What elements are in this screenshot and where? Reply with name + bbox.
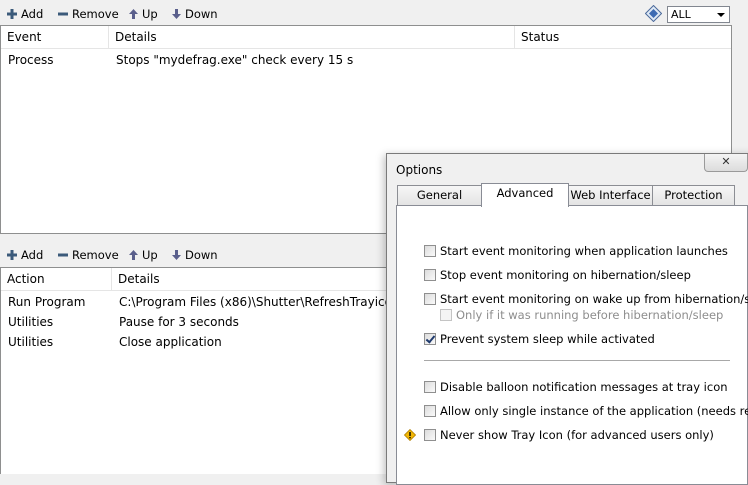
events-toolbar: Add Remove Up Down ALL [0,2,748,26]
option-only-if-running: Only if it was running before hibernatio… [440,307,723,323]
option-single-instance[interactable]: Allow only single instance of the applic… [424,403,748,419]
move-event-up-button[interactable]: Up [128,5,158,23]
move-event-up-label: Up [142,7,158,21]
checkbox[interactable] [424,293,436,305]
action-cell: Run Program [8,295,86,309]
remove-action-button[interactable]: Remove [57,246,119,264]
minus-icon [58,253,68,257]
checkbox[interactable] [424,245,436,257]
column-header-event[interactable]: Event [1,26,109,48]
option-start-on-wake[interactable]: Start event monitoring on wake up from h… [424,291,748,307]
action-cell: Utilities [8,315,54,329]
remove-event-label: Remove [72,7,119,21]
event-filter-value: ALL [671,8,691,21]
tab-advanced-label: Advanced [496,186,554,200]
options-dialog: Options ✕ General Advanced Web Interface… [386,153,748,485]
event-cell: Process [8,53,54,67]
tab-general-label: General [416,188,463,202]
move-action-up-button[interactable]: Up [128,246,158,264]
status-cell [515,50,738,70]
events-table-header: Event Details Status [1,26,731,49]
remove-event-button[interactable]: Remove [57,5,119,23]
details-cell: Stops "mydefrag.exe" check every 15 s [116,53,354,67]
checkbox [440,309,452,321]
option-prevent-sleep[interactable]: Prevent system sleep while activated [424,331,655,347]
tab-protection-label: Protection [664,188,723,202]
move-event-down-label: Down [185,7,218,21]
option-label: Stop event monitoring on hibernation/sle… [440,268,691,282]
column-header-action[interactable]: Action [1,268,112,290]
close-icon: ✕ [721,155,731,168]
move-action-up-label: Up [142,248,158,262]
move-action-down-label: Down [185,248,218,262]
add-action-label: Add [21,248,44,262]
move-event-down-button[interactable]: Down [171,5,218,23]
arrow-down-icon [172,250,181,260]
advanced-tab-panel: Start event monitoring when application … [396,205,748,485]
plus-icon [7,250,17,260]
tab-web-interface-label: Web Interface [570,188,651,202]
chevron-down-icon [717,13,725,17]
option-label: Prevent system sleep while activated [440,332,655,346]
close-button[interactable]: ✕ [704,154,748,172]
checkbox[interactable] [424,381,436,393]
add-event-button[interactable]: Add [6,5,43,23]
event-filter-select[interactable]: ALL [667,6,730,23]
dialog-title: Options [396,163,443,177]
option-label: Only if it was running before hibernatio… [456,308,724,322]
tab-general[interactable]: General [397,185,482,205]
filter-diamond-icon[interactable] [645,5,662,22]
arrow-down-icon [172,9,181,19]
tab-web-interface[interactable]: Web Interface [568,185,653,205]
minus-icon [58,12,68,16]
option-start-on-launch[interactable]: Start event monitoring when application … [424,243,728,259]
checkbox[interactable] [424,405,436,417]
arrow-up-icon [129,250,138,260]
add-action-button[interactable]: Add [6,246,43,264]
move-action-down-button[interactable]: Down [171,246,218,264]
plus-icon [7,9,17,19]
column-header-status[interactable]: Status [515,26,731,48]
option-label: Never show Tray Icon (for advanced users… [440,428,714,442]
arrow-up-icon [129,9,138,19]
option-label: Disable balloon notification messages at… [440,380,728,394]
options-separator [424,360,730,362]
checkbox[interactable] [424,269,436,281]
warning-icon [404,429,416,441]
tab-advanced[interactable]: Advanced [481,183,569,207]
option-label: Start event monitoring when application … [440,244,728,258]
option-label: Allow only single instance of the applic… [440,404,748,418]
checkbox[interactable] [424,429,436,441]
option-stop-on-sleep[interactable]: Stop event monitoring on hibernation/sle… [424,267,691,283]
table-row[interactable]: Process Stops "mydefrag.exe" check every… [1,50,731,70]
option-label: Start event monitoring on wake up from h… [440,292,748,306]
column-header-details[interactable]: Details [109,26,515,48]
remove-action-label: Remove [72,248,119,262]
option-disable-balloons[interactable]: Disable balloon notification messages at… [424,379,728,395]
option-never-show-tray[interactable]: Never show Tray Icon (for advanced users… [404,427,714,443]
tab-protection[interactable]: Protection [652,185,735,205]
checkbox-checked[interactable] [424,333,436,345]
action-cell: Utilities [8,335,54,349]
add-event-label: Add [21,7,44,21]
